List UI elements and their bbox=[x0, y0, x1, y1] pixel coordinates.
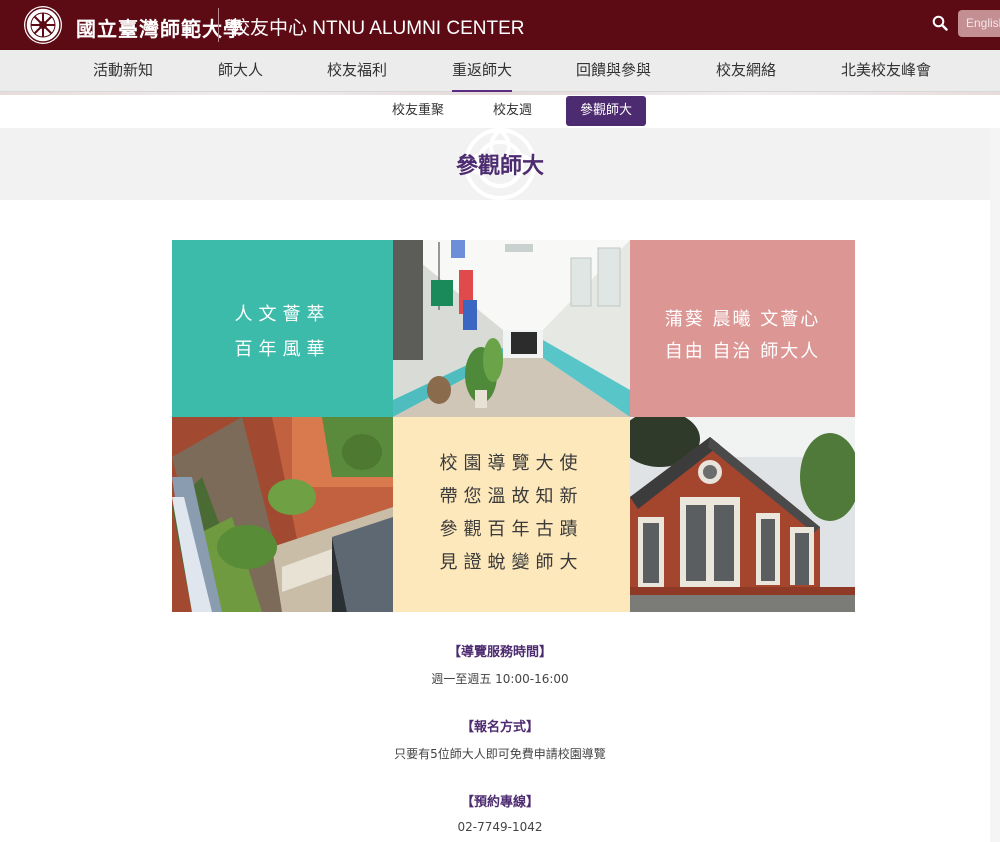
nav-item-alumni-network[interactable]: 校友網絡 bbox=[716, 50, 776, 92]
collage-tile-teal: 人文薈萃 百年風華 bbox=[172, 240, 393, 417]
tab-alumni-reunion[interactable]: 校友重聚 bbox=[392, 96, 444, 126]
collage-text-line: 蒲葵 晨曦 文薈心 bbox=[664, 309, 821, 330]
site-title[interactable]: 校友中心 NTNU ALUMNI CENTER bbox=[231, 13, 524, 40]
info-section-registration: 【報名方式】 只要有5位師大人即可免費申請校園導覽 bbox=[0, 716, 1000, 762]
collage-tile-cream: 校園導覽大使 帶您溫故知新 參觀百年古蹟 見證蛻變師大 bbox=[393, 417, 630, 612]
tab-visit-ntnu[interactable]: 參觀師大 bbox=[566, 96, 647, 126]
collage-text-line: 帶您溫故知新 bbox=[439, 486, 584, 507]
page-title: 參觀師大 bbox=[455, 154, 544, 179]
header-divider bbox=[218, 8, 219, 42]
info-heading: 【導覽服務時間】 bbox=[447, 645, 552, 660]
nav-item-activities[interactable]: 活動新知 bbox=[93, 50, 153, 92]
info-heading: 【預約專線】 bbox=[460, 795, 539, 810]
info-value: 02-7749-1042 bbox=[457, 820, 543, 834]
collage-text-line: 人文薈萃 bbox=[234, 304, 331, 325]
nav-item-give-back[interactable]: 回饋與參與 bbox=[576, 50, 651, 92]
nav-item-north-america-summit[interactable]: 北美校友峰會 bbox=[841, 50, 931, 92]
modern-building-photo bbox=[172, 417, 393, 612]
campus-collage: 人文薈萃 百年風華 蒲葵 晨曦 文薈心 自由 自治 師大人 校園導覽大使 帶您溫… bbox=[172, 240, 855, 612]
decorative-strip bbox=[0, 92, 1000, 95]
collage-text-line: 見證蛻變師大 bbox=[439, 552, 584, 573]
language-button[interactable]: English bbox=[958, 10, 1000, 37]
collage-text-line: 校園導覽大使 bbox=[439, 453, 584, 474]
info-heading: 【報名方式】 bbox=[460, 720, 539, 735]
university-logo[interactable] bbox=[24, 6, 62, 44]
site-header: 國立臺灣師範大學 校友中心 NTNU ALUMNI CENTER English bbox=[0, 0, 1000, 50]
historic-building-photo bbox=[630, 417, 855, 612]
info-value: 週一至週五 10:00-16:00 bbox=[431, 672, 569, 686]
nav-item-ntnu-people[interactable]: 師大人 bbox=[218, 50, 263, 92]
info-section-hotline: 【預約專線】 02-7749-1042 bbox=[0, 791, 1000, 834]
search-icon[interactable] bbox=[932, 15, 948, 31]
nav-item-alumni-benefits[interactable]: 校友福利 bbox=[327, 50, 387, 92]
collage-text-line: 百年風華 bbox=[234, 339, 331, 360]
nav-item-return-to-ntnu[interactable]: 重返師大 bbox=[452, 50, 513, 92]
info-section-tour-hours: 【導覽服務時間】 週一至週五 10:00-16:00 bbox=[0, 641, 1000, 687]
collage-tile-pink: 蒲葵 晨曦 文薈心 自由 自治 師大人 bbox=[630, 240, 855, 417]
page-scrollbar[interactable] bbox=[990, 128, 1000, 842]
info-value: 只要有5位師大人即可免費申請校園導覽 bbox=[394, 747, 606, 761]
collage-text-line: 參觀百年古蹟 bbox=[439, 519, 584, 540]
tab-alumni-week[interactable]: 校友週 bbox=[493, 96, 532, 126]
collage-text-line: 自由 自治 師大人 bbox=[664, 341, 821, 362]
main-nav: 活動新知 師大人 校友福利 重返師大 回饋與參與 校友網絡 北美校友峰會 bbox=[0, 50, 1000, 92]
corridor-photo bbox=[393, 240, 630, 417]
